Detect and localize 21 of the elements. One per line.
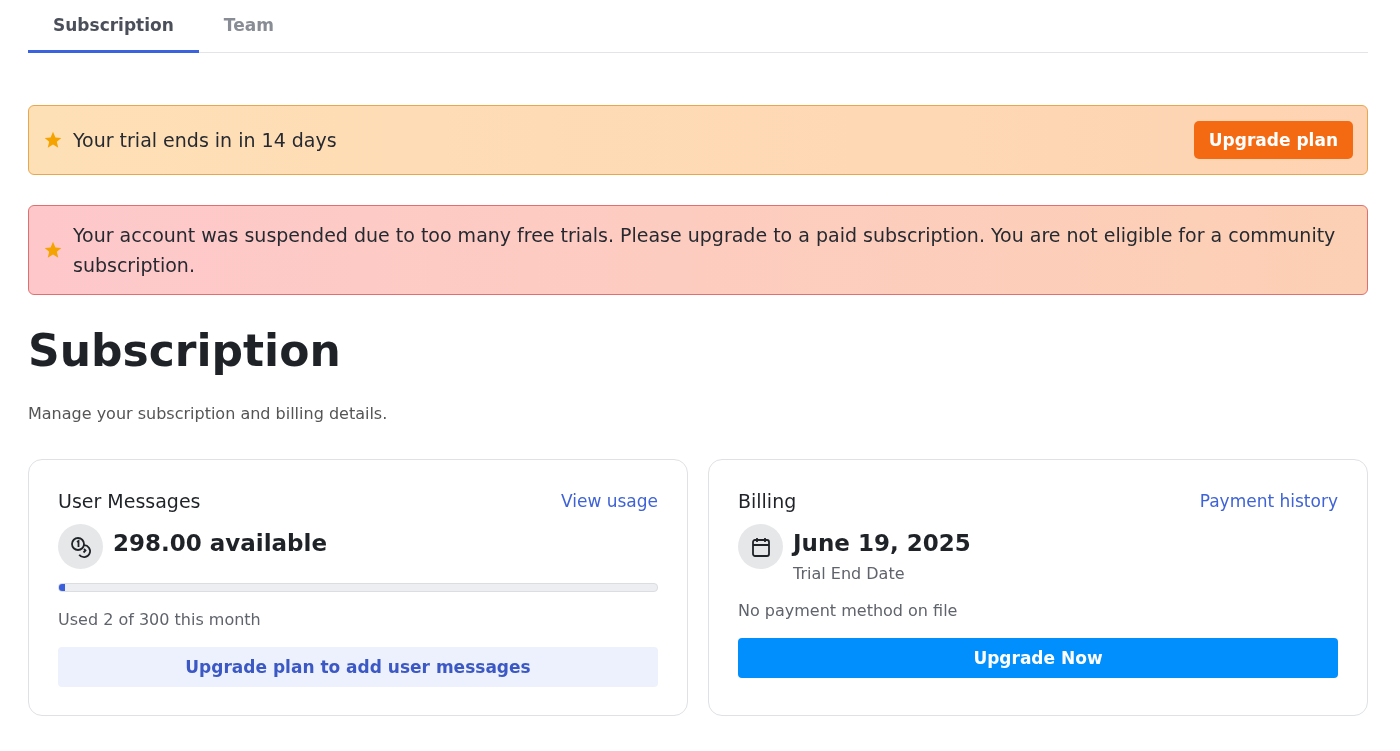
- tab[interactable]: Team: [198, 0, 299, 53]
- upgrade-button[interactable]: Upgrade plan to add user messages: [58, 647, 658, 687]
- tab[interactable]: Subscription: [28, 0, 199, 53]
- star-icon: [43, 240, 63, 260]
- star-icon: [43, 130, 63, 150]
- card-link[interactable]: View usage: [560, 491, 658, 511]
- page-subtitle: Manage your subscription and billing details.: [28, 404, 389, 423]
- banner-message: Your account was suspended due to too many free trials. Please upgrade to a paid subscription. You are not eligible for a community subscription.: [73, 223, 1337, 278]
- card-note: No payment method on file: [738, 601, 959, 620]
- card-value: 298.00 available: [113, 530, 328, 556]
- card-link[interactable]: Payment history: [1199, 491, 1338, 511]
- value-caption: Trial End Date: [793, 564, 906, 583]
- banner-message: Your trial ends in in 14 days: [73, 128, 338, 153]
- card-title: User Messages: [58, 490, 201, 512]
- card-value: June 19, 2025: [793, 530, 971, 556]
- coins-icon: [68, 534, 93, 559]
- card-title: Billing: [738, 490, 797, 512]
- page-title: Subscription: [28, 325, 342, 376]
- card-note: Used 2 of 300 this month: [58, 610, 262, 629]
- upgrade-button[interactable]: Upgrade Now: [738, 638, 1338, 678]
- upgrade-plan-button[interactable]: Upgrade plan: [1193, 121, 1353, 159]
